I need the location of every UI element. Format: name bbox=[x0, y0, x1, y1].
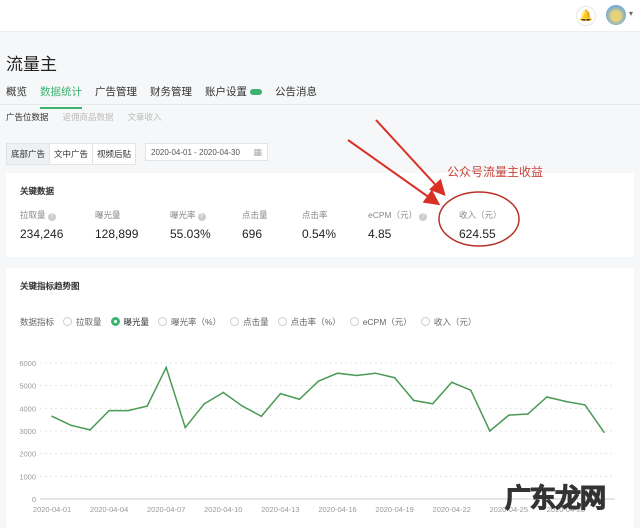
data-point bbox=[279, 392, 282, 395]
data-point bbox=[108, 409, 110, 412]
y-tick-label: 5000 bbox=[19, 382, 36, 391]
y-tick-label: 3000 bbox=[19, 427, 36, 436]
data-point bbox=[165, 366, 168, 369]
series-line bbox=[51, 365, 605, 433]
data-point bbox=[70, 424, 72, 427]
x-tick-label: 2020-04-10 bbox=[204, 505, 242, 514]
y-tick-label: 1000 bbox=[19, 472, 36, 481]
data-point bbox=[241, 405, 244, 407]
data-point bbox=[355, 374, 358, 377]
x-tick-label: 2020-04-04 bbox=[90, 505, 128, 514]
data-point bbox=[527, 413, 529, 415]
watermark: 广东龙网 bbox=[504, 482, 606, 513]
data-point bbox=[317, 380, 320, 382]
data-point bbox=[203, 403, 206, 405]
x-tick-label: 2020-04-22 bbox=[433, 505, 471, 514]
data-point bbox=[584, 404, 586, 406]
data-point bbox=[603, 431, 605, 433]
data-point bbox=[450, 381, 453, 384]
data-point bbox=[89, 429, 91, 431]
y-tick-label: 2000 bbox=[19, 450, 36, 459]
x-tick-label: 2020-04-01 bbox=[33, 505, 71, 514]
data-point bbox=[412, 399, 415, 402]
data-point bbox=[508, 414, 510, 416]
x-tick-label: 2020-04-13 bbox=[261, 505, 299, 514]
x-tick-label: 2020-04-07 bbox=[147, 505, 185, 514]
data-point bbox=[260, 415, 263, 418]
data-point bbox=[469, 389, 472, 392]
data-point bbox=[222, 391, 225, 394]
data-point bbox=[393, 376, 396, 379]
data-point bbox=[184, 426, 187, 429]
trend-chart: 0 1000 2000 3000 4000 5000 6000 2020-04-01 2020-… bbox=[19, 359, 615, 514]
data-point bbox=[51, 415, 53, 418]
data-point bbox=[546, 396, 548, 398]
x-tick-label: 2020-04-19 bbox=[375, 505, 413, 514]
y-tick-label: 4000 bbox=[19, 404, 36, 413]
data-point bbox=[374, 372, 377, 375]
data-point bbox=[565, 400, 567, 403]
data-point bbox=[127, 409, 129, 412]
y-tick-label: 0 bbox=[32, 495, 36, 504]
y-tick-label: 6000 bbox=[19, 359, 36, 368]
data-point bbox=[431, 403, 434, 405]
data-point bbox=[146, 405, 148, 407]
data-point bbox=[298, 398, 301, 401]
data-point bbox=[488, 430, 491, 432]
x-tick-label: 2020-04-16 bbox=[318, 505, 356, 514]
annotation-text: 公众号流量主收益 bbox=[447, 165, 544, 179]
data-point bbox=[336, 372, 339, 375]
